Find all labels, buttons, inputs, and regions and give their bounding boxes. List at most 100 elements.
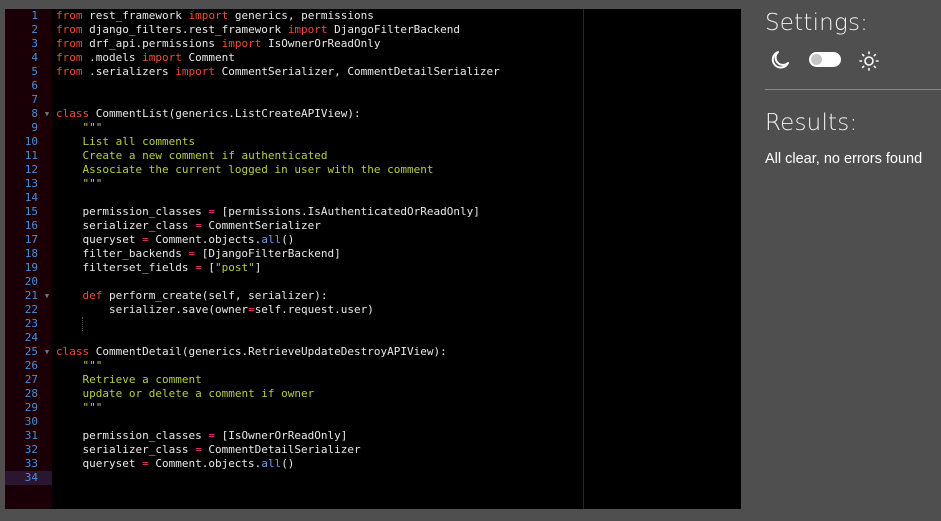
- code-line[interactable]: 7: [5, 93, 741, 107]
- code-line[interactable]: 15 permission_classes = [permissions.IsA…: [5, 205, 741, 219]
- keyword: import: [287, 23, 328, 36]
- code-content: Create a new comment if authenticated: [56, 149, 328, 163]
- line-number: 15: [24, 205, 38, 218]
- line-number: 3: [31, 37, 38, 50]
- code-text: [IsOwnerOrReadOnly]: [214, 429, 348, 442]
- fold-arrow-icon[interactable]: ▼: [43, 345, 51, 359]
- fold-arrow-icon[interactable]: ▼: [43, 289, 51, 303]
- code-text: self.request.user): [254, 303, 374, 316]
- code-line[interactable]: 14: [5, 191, 741, 205]
- keyword: import: [175, 65, 215, 78]
- code-text: generics, permissions: [228, 9, 374, 22]
- code-line[interactable]: 33 queryset = Comment.objects.all(): [5, 457, 741, 471]
- code-line[interactable]: 34: [5, 471, 741, 485]
- code-line[interactable]: 26 """: [5, 359, 741, 373]
- theme-toggle[interactable]: [809, 52, 841, 67]
- code-content: from .models import Comment: [56, 51, 235, 65]
- code-line[interactable]: 12 Associate the current logged in user …: [5, 163, 741, 177]
- code-lines[interactable]: 1 from rest_framework import generics, pe…: [5, 9, 741, 485]
- line-number: 28: [24, 387, 38, 400]
- settings-title: Settings:: [765, 10, 869, 36]
- code-line[interactable]: 6: [5, 79, 741, 93]
- code-line[interactable]: 9 """: [5, 121, 741, 135]
- line-number: 27: [24, 373, 38, 386]
- line-number: 33: [24, 457, 38, 470]
- code-content: """: [56, 359, 103, 373]
- code-content: def perform_create(self, serializer):: [56, 289, 328, 303]
- line-number: 4: [31, 51, 38, 64]
- code-content: serializer_class = CommentDetailSerializ…: [56, 443, 360, 457]
- code-line[interactable]: 29 """: [5, 401, 741, 415]
- results-message: All clear, no errors found: [765, 151, 923, 167]
- code-line[interactable]: 1 from rest_framework import generics, pe…: [5, 9, 741, 23]
- sun-icon[interactable]: [858, 50, 880, 72]
- code-line[interactable]: 17 queryset = Comment.objects.all(): [5, 233, 741, 247]
- operator: =: [208, 429, 215, 442]
- string: "post": [214, 261, 255, 274]
- code-text: CommentSerializer, CommentDetailSerializ…: [214, 65, 500, 78]
- code-line[interactable]: 3 from drf_api.permissions import IsOwner…: [5, 37, 741, 51]
- code-text: drf_api.permissions: [82, 37, 222, 50]
- code-line[interactable]: 2 from django_filters.rest_framework impo…: [5, 23, 741, 37]
- line-number: 5: [31, 65, 38, 78]
- string: List all comments: [82, 135, 196, 148]
- code-text: .models: [82, 51, 143, 64]
- code-content: from drf_api.permissions import IsOwnerO…: [56, 37, 381, 51]
- code-text: filterset_fields: [56, 261, 196, 274]
- code-line[interactable]: 25 ▼ class CommentDetail(generics.Retrieve…: [5, 345, 741, 359]
- code-line[interactable]: 10 List all comments: [5, 135, 741, 149]
- keyword: class: [56, 345, 90, 358]
- code-line[interactable]: 18 filter_backends = [DjangoFilterBacken…: [5, 247, 741, 261]
- line-number: 9: [31, 121, 38, 134]
- code-text: Comment.objects.: [148, 457, 262, 470]
- code-text: [DjangoFilterBackend]: [195, 247, 341, 260]
- code-line[interactable]: 8 ▼ class CommentList(generics.ListCreateA…: [5, 107, 741, 121]
- code-content: from rest_framework import generics, per…: [56, 9, 374, 23]
- code-line[interactable]: 13 """: [5, 177, 741, 191]
- code-line[interactable]: 21 ▼ def perform_create(self, serializer)…: [5, 289, 741, 303]
- code-line[interactable]: 23: [5, 317, 741, 331]
- code-line[interactable]: 16 serializer_class = CommentSerializer: [5, 219, 741, 233]
- code-line[interactable]: 22 serializer.save(owner=self.request.us…: [5, 303, 741, 317]
- line-number: 23: [24, 317, 38, 330]
- code-editor[interactable]: 1 from rest_framework import generics, pe…: [5, 9, 741, 509]
- keyword: from: [56, 65, 83, 78]
- code-content: from .serializers import CommentSerializ…: [56, 65, 500, 79]
- code-text: rest_framework: [82, 9, 189, 22]
- string: """: [82, 401, 103, 414]
- code-line[interactable]: 19 filterset_fields = ["post"]: [5, 261, 741, 275]
- code-line[interactable]: 20: [5, 275, 741, 289]
- moon-icon[interactable]: [769, 49, 791, 71]
- line-number: 1: [31, 9, 38, 22]
- string: update or delete a comment if owner: [82, 387, 315, 400]
- code-text: serializer_class: [56, 219, 196, 232]
- string: Retrieve a comment: [82, 373, 202, 386]
- code-content: serializer_class = CommentSerializer: [56, 219, 320, 233]
- fold-arrow-icon[interactable]: ▼: [43, 107, 51, 121]
- code-line[interactable]: 27 Retrieve a comment: [5, 373, 741, 387]
- code-line[interactable]: 28 update or delete a comment if owner: [5, 387, 741, 401]
- code-text: DjangoFilterBackend: [327, 23, 461, 36]
- code-line[interactable]: 11 Create a new comment if authenticated: [5, 149, 741, 163]
- code-line[interactable]: 30: [5, 415, 741, 429]
- code-text: Comment.objects.: [148, 233, 262, 246]
- code-line[interactable]: 31 permission_classes = [IsOwnerOrReadOn…: [5, 429, 741, 443]
- keyword: class: [56, 107, 90, 120]
- code-text: (): [281, 233, 295, 246]
- code-line[interactable]: 24: [5, 331, 741, 345]
- code-line[interactable]: 5 from .serializers import CommentSeriali…: [5, 65, 741, 79]
- code-content: update or delete a comment if owner: [56, 387, 315, 401]
- code-content: List all comments: [56, 135, 196, 149]
- string: """: [82, 121, 103, 134]
- keyword: import: [188, 9, 229, 22]
- code-content: filterset_fields = ["post"]: [56, 261, 261, 275]
- theme-switcher: [765, 49, 885, 71]
- code-line[interactable]: 32 serializer_class = CommentDetailSeria…: [5, 443, 741, 457]
- divider: [765, 89, 941, 90]
- code-line[interactable]: 4 from .models import Comment: [5, 51, 741, 65]
